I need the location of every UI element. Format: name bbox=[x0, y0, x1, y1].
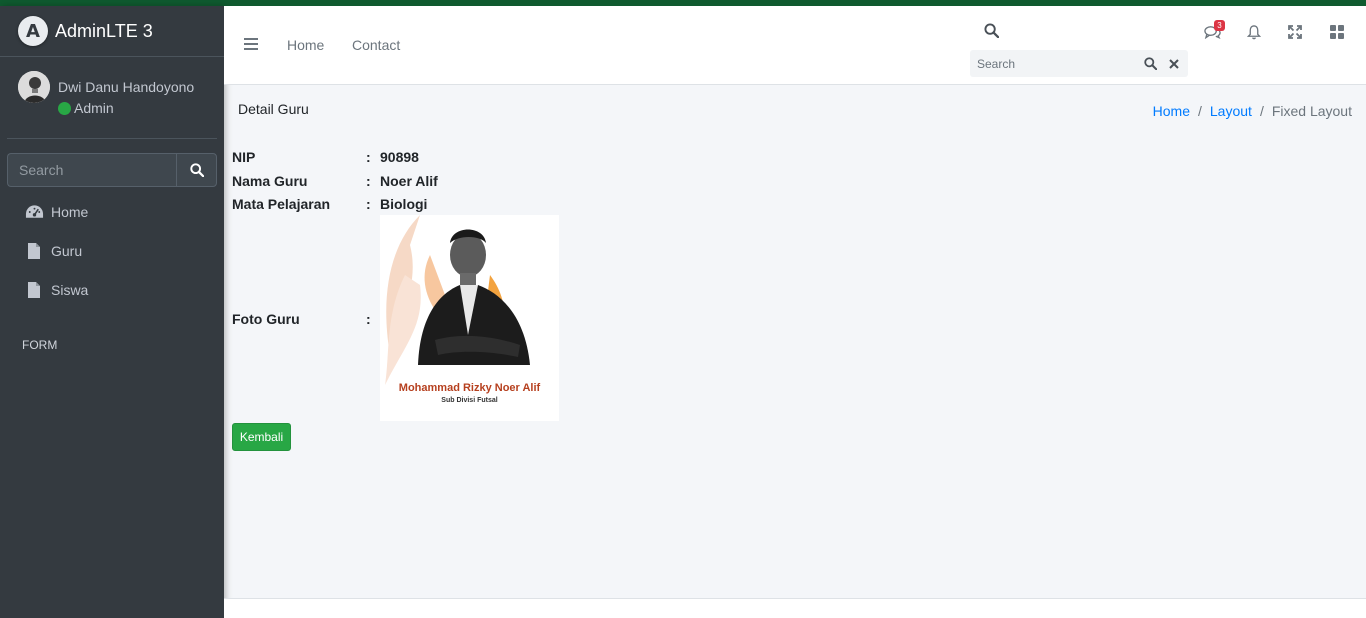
mata-pelajaran-label: Mata Pelajaran bbox=[232, 196, 331, 212]
mata-pelajaran-value: Biologi bbox=[380, 196, 428, 212]
nama-guru-value: Noer Alif bbox=[380, 173, 438, 189]
user-name[interactable]: Dwi Danu Handoyono bbox=[58, 79, 194, 95]
photo-caption-name: Mohammad Rizky Noer Alif bbox=[398, 382, 541, 394]
page-title: Detail Guru bbox=[238, 101, 309, 117]
messages-badge: 3 bbox=[1214, 20, 1225, 31]
navbar-search bbox=[970, 50, 1188, 77]
navbar-search-button[interactable] bbox=[1138, 50, 1162, 77]
messages-button[interactable]: 3 bbox=[1202, 20, 1225, 42]
user-status: Admin bbox=[58, 100, 114, 116]
search-icon bbox=[189, 163, 204, 177]
breadcrumb-separator: / bbox=[1259, 103, 1264, 119]
sidebar-item-guru[interactable]: Guru bbox=[24, 242, 82, 260]
sidebar-header-form: FORM bbox=[22, 338, 58, 352]
nav-link-contact[interactable]: Contact bbox=[352, 37, 400, 53]
teacher-photo: Mohammad Rizky Noer Alif Sub Divisi Futs… bbox=[380, 215, 559, 421]
sidebar-search-input[interactable] bbox=[7, 153, 176, 187]
sidebar-item-siswa[interactable]: Siswa bbox=[24, 281, 88, 299]
nama-guru-colon: : bbox=[366, 173, 371, 189]
sidebar-item-label: Guru bbox=[51, 243, 83, 259]
navbar-search-close-button[interactable] bbox=[1162, 50, 1186, 77]
online-status-icon bbox=[58, 101, 71, 115]
close-icon bbox=[1169, 58, 1179, 69]
foto-guru-colon: : bbox=[366, 311, 371, 327]
nama-guru-label: Nama Guru bbox=[232, 173, 308, 189]
mata-pelajaran-colon: : bbox=[366, 196, 371, 212]
sidebar-item-label: Siswa bbox=[51, 282, 89, 298]
brand-link[interactable]: A AdminLTE 3 bbox=[0, 6, 224, 57]
nip-label: NIP bbox=[232, 149, 256, 165]
search-toggle-icon[interactable] bbox=[984, 23, 1000, 43]
search-icon bbox=[1143, 57, 1157, 70]
user-role: Admin bbox=[74, 100, 114, 116]
nip-value: 90898 bbox=[380, 149, 419, 165]
footer bbox=[224, 598, 1366, 618]
breadcrumb-layout[interactable]: Layout bbox=[1210, 103, 1252, 119]
back-button[interactable]: Kembali bbox=[232, 423, 291, 451]
menu-toggle-icon[interactable] bbox=[244, 37, 258, 55]
breadcrumb-home[interactable]: Home bbox=[1153, 103, 1190, 119]
dashboard-icon bbox=[24, 203, 44, 221]
nip-colon: : bbox=[366, 149, 371, 165]
main-sidebar: A AdminLTE 3 Dwi Danu Handoyono Admin Se… bbox=[0, 6, 224, 618]
navbar-search-input[interactable] bbox=[970, 50, 1138, 77]
fullscreen-button[interactable] bbox=[1285, 22, 1305, 42]
sidebar-search bbox=[7, 153, 217, 187]
file-icon bbox=[24, 281, 44, 299]
photo-caption-sub: Sub Divisi Futsal bbox=[441, 397, 498, 404]
sidebar-item-home[interactable]: Home bbox=[24, 203, 88, 221]
breadcrumb: Home / Layout / Fixed Layout bbox=[1153, 103, 1352, 119]
nav-link-home[interactable]: Home bbox=[287, 37, 324, 53]
breadcrumb-separator: / bbox=[1198, 103, 1202, 119]
breadcrumb-current: Fixed Layout bbox=[1271, 103, 1352, 119]
sidebar-search-button[interactable] bbox=[176, 153, 217, 187]
notifications-button[interactable] bbox=[1244, 22, 1264, 42]
bell-icon bbox=[1247, 24, 1261, 39]
sidebar-item-label: Home bbox=[51, 204, 89, 220]
main-header: Home Contact 3 bbox=[224, 6, 1366, 85]
brand-title: AdminLTE 3 bbox=[55, 20, 153, 41]
control-sidebar-button[interactable] bbox=[1327, 22, 1347, 42]
user-panel: Dwi Danu Handoyono Admin bbox=[7, 57, 217, 139]
avatar[interactable] bbox=[18, 71, 50, 103]
foto-guru-label: Foto Guru bbox=[232, 311, 300, 327]
grid-icon bbox=[1330, 25, 1344, 39]
brand-logo-letter: A bbox=[26, 20, 40, 42]
file-icon bbox=[24, 242, 44, 260]
brand-logo: A bbox=[18, 16, 48, 46]
expand-icon bbox=[1288, 25, 1302, 39]
